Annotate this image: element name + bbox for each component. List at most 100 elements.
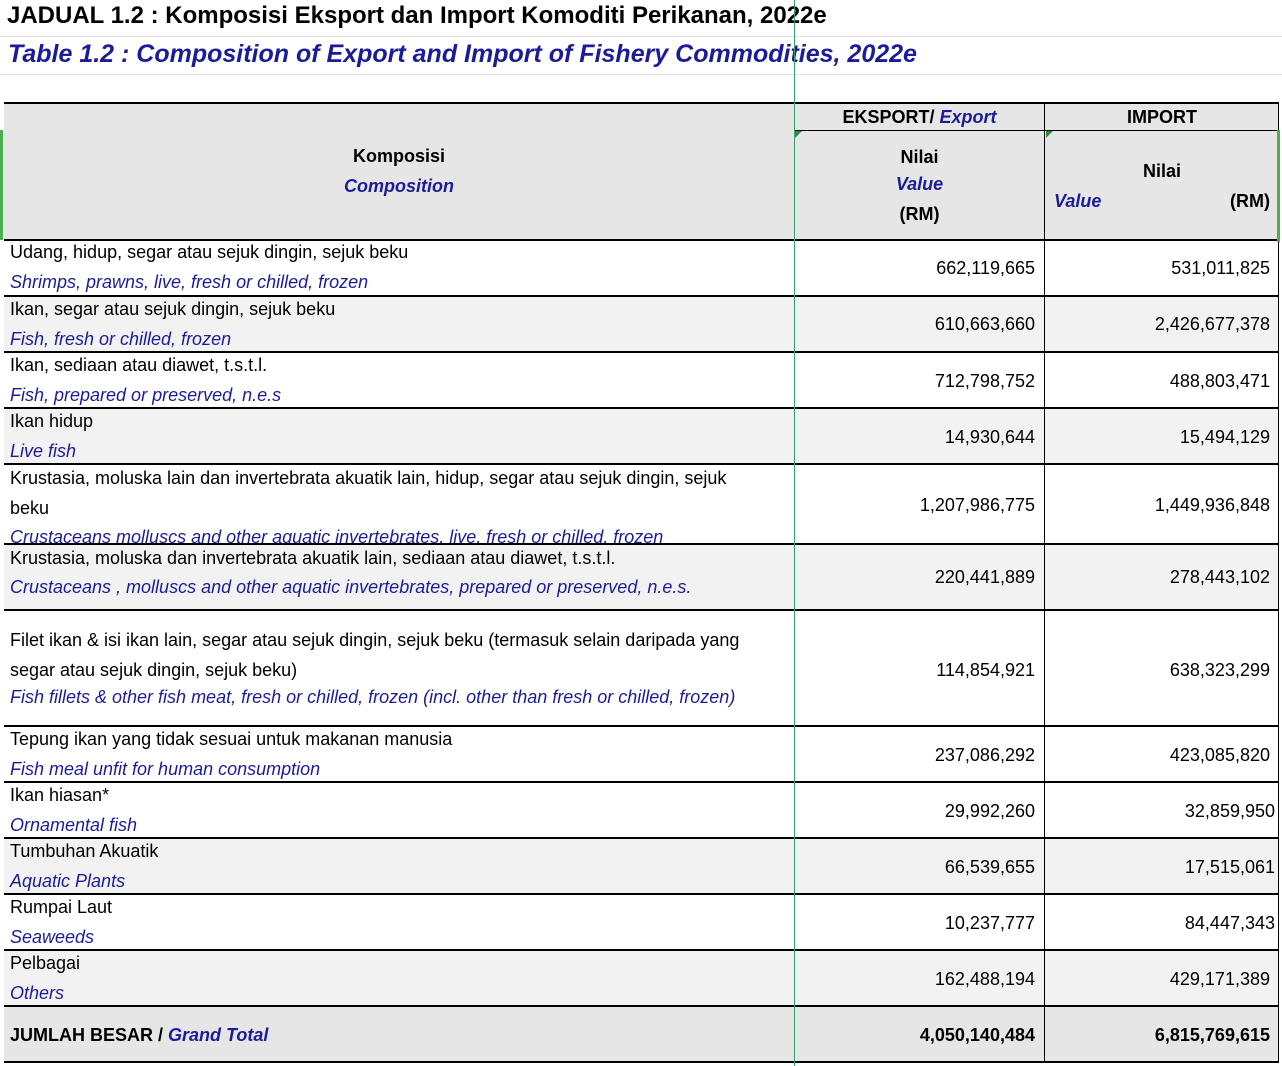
grand-total-label-en: Grand Total	[168, 1025, 269, 1045]
row-label-ms: Tumbuhan Akuatik	[10, 841, 159, 861]
row-divider	[4, 725, 1279, 727]
export-value: 220,441,889	[934, 567, 1035, 587]
header-export-unit: (RM)	[899, 204, 940, 224]
row-divider	[4, 295, 1279, 297]
row-label-ms: Ikan hidup	[10, 411, 94, 431]
row-divider	[4, 609, 1279, 611]
table-row: Udang, hidup, segar atau sejuk dingin, s…	[4, 240, 1279, 296]
row-label-en: Fish fillets & other fish meat, fresh or…	[10, 687, 736, 707]
row-label-ms: Krustasia, moluska lain dan invertebrata…	[10, 468, 727, 488]
selection-edge-left	[0, 130, 3, 240]
import-value: 531,011,825	[1171, 258, 1270, 278]
import-value: 638,323,299	[1169, 660, 1270, 680]
grand-total-row: JUMLAH BESAR / Grand Total 4,050,140,484…	[4, 1006, 1279, 1062]
row-label-ms: Pelbagai	[10, 953, 81, 973]
table-row: Tepung ikan yang tidak sesuai untuk maka…	[4, 726, 1279, 782]
import-value: 429,171,389	[1169, 969, 1270, 989]
grand-total-export: 4,050,140,484	[919, 1025, 1035, 1045]
table-title-malay: JADUAL 1.2 : Komposisi Eksport dan Impor…	[7, 2, 827, 29]
row-label-en: Fish meal unfit for human consumption	[10, 759, 321, 779]
row-label-en: Crustaceans molluscs and other aquatic i…	[10, 527, 664, 544]
header-export-value-en: Value	[895, 174, 944, 194]
row-label-ms: Rumpai Laut	[10, 897, 113, 917]
comment-marker	[795, 131, 802, 138]
header-border-bottom	[4, 239, 1279, 241]
title-row-english: Table 1.2 : Composition of Export and Im…	[0, 36, 1282, 75]
import-value: 1,449,936,848	[1154, 495, 1270, 515]
comment-marker	[1046, 131, 1053, 138]
row-divider	[4, 781, 1279, 783]
table-row: Ikan hidup Live fish 14,930,644 15,494,1…	[4, 408, 1279, 464]
row-divider	[4, 949, 1279, 951]
grand-total-import: 6,815,769,615	[1154, 1025, 1270, 1045]
data-table: Komposisi Composition EKSPORT/ Export IM…	[0, 102, 1282, 1066]
row-divider	[1045, 130, 1279, 131]
table-row: Pelbagai Others 162,488,194 429,171,389	[4, 950, 1279, 1006]
import-value: 32,859,950	[1184, 801, 1275, 821]
export-value: 712,798,752	[934, 371, 1035, 391]
selection-edge-right	[1277, 130, 1280, 242]
row-label-ms-continued: beku	[10, 498, 50, 518]
header-export-value-ms: Nilai	[900, 147, 939, 167]
row-label-en: Fish, prepared or preserved, n.e.s	[10, 385, 282, 405]
header-export-en: Export	[939, 107, 997, 127]
column-guide-line	[794, 0, 795, 1066]
header-import-value-ms: Nilai	[1142, 161, 1181, 181]
table-border-right	[1278, 102, 1279, 1063]
header-import: IMPORT	[1127, 107, 1197, 127]
header-composition-ms: Komposisi	[352, 146, 445, 166]
export-value: 10,237,777	[944, 913, 1035, 933]
title-row-malay: JADUAL 1.2 : Komposisi Eksport dan Impor…	[0, 0, 1282, 37]
export-value: 1,207,986,775	[919, 495, 1035, 515]
export-value: 237,086,292	[934, 745, 1035, 765]
row-label-en: Fish, fresh or chilled, frozen	[10, 329, 232, 349]
table-row: Ikan, sediaan atau diawet, t.s.t.l. Fish…	[4, 352, 1279, 408]
table-row: Rumpai Laut Seaweeds 10,237,777 84,447,3…	[4, 894, 1279, 950]
table-row: Krustasia, moluska dan invertebrata akua…	[4, 544, 1279, 610]
export-value: 610,663,660	[934, 314, 1035, 334]
export-value: 662,119,665	[936, 258, 1035, 278]
row-label-ms: Udang, hidup, segar atau sejuk dingin, s…	[10, 242, 409, 262]
table-border-bottom	[4, 1061, 1279, 1063]
row-divider	[794, 130, 1045, 131]
column-divider	[1044, 102, 1045, 1063]
export-value: 66,539,655	[944, 857, 1035, 877]
grand-total-label-ms: JUMLAH BESAR /	[10, 1025, 164, 1045]
row-label-en: Seaweeds	[10, 927, 95, 947]
table-title-english: Table 1.2 : Composition of Export and Im…	[8, 40, 917, 68]
row-label-en: Aquatic Plants	[10, 871, 126, 891]
row-label-ms: Ikan, segar atau sejuk dingin, sejuk bek…	[10, 299, 336, 319]
row-label-ms-continued: segar atau sejuk dingin, sejuk beku)	[10, 660, 298, 680]
table-row: Krustasia, moluska lain dan invertebrata…	[4, 464, 1279, 544]
header-export-ms: EKSPORT/	[842, 107, 935, 127]
export-value: 14,930,644	[944, 427, 1035, 447]
header-import-value-en: Value	[1054, 191, 1102, 211]
row-label-en: Others	[10, 983, 65, 1003]
table-border-top	[4, 102, 1279, 104]
row-label-en: Shrimps, prawns, live, fresh or chilled,…	[10, 272, 369, 292]
export-value: 29,992,260	[944, 801, 1035, 821]
row-label-ms: Ikan hiasan*	[10, 785, 110, 805]
row-label-en: Crustaceans , molluscs and other aquatic…	[10, 577, 692, 597]
row-divider	[4, 1005, 1279, 1007]
row-divider	[4, 463, 1279, 465]
import-value: 84,447,343	[1184, 913, 1275, 933]
row-label-ms: Filet ikan & isi ikan lain, segar atau s…	[10, 630, 740, 650]
header-composition-en: Composition	[344, 176, 454, 196]
import-value: 488,803,471	[1169, 371, 1270, 391]
row-label-ms: Ikan, sediaan atau diawet, t.s.t.l.	[10, 355, 268, 375]
table-row: Tumbuhan Akuatik Aquatic Plants 66,539,6…	[4, 838, 1279, 894]
row-divider	[4, 837, 1279, 839]
import-value: 2,426,677,378	[1154, 314, 1270, 334]
header-export: EKSPORT/ Export	[794, 107, 1045, 128]
import-value: 17,515,061	[1184, 857, 1275, 877]
table-row: Filet ikan & isi ikan lain, segar atau s…	[4, 610, 1279, 726]
import-value: 423,085,820	[1169, 745, 1270, 765]
row-divider	[4, 893, 1279, 895]
table-row: Ikan hiasan* Ornamental fish 29,992,260 …	[4, 782, 1279, 838]
table-row: Ikan, segar atau sejuk dingin, sejuk bek…	[4, 296, 1279, 352]
row-label-en: Live fish	[10, 441, 77, 461]
grand-total-label: JUMLAH BESAR / Grand Total	[10, 1025, 268, 1046]
row-divider	[4, 351, 1279, 353]
import-value: 15,494,129	[1179, 427, 1270, 447]
